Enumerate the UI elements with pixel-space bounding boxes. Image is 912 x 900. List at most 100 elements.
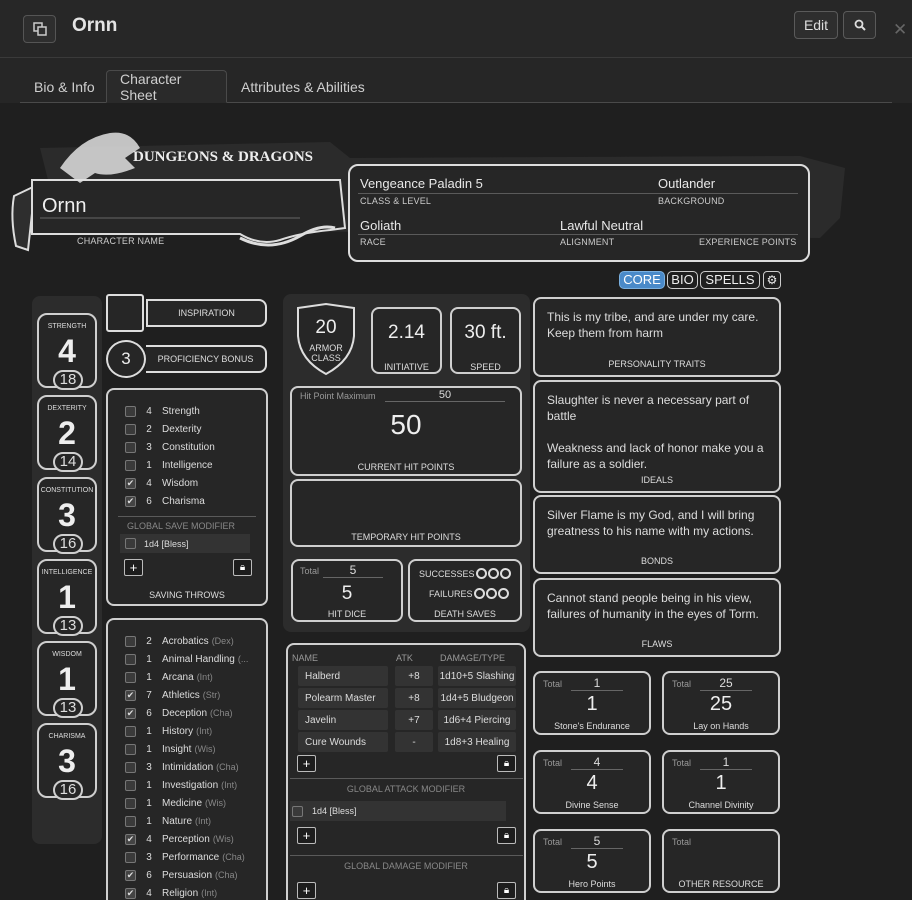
proficiency-checkbox[interactable] (125, 725, 136, 737)
ability-dexterity[interactable]: DEXTERITY 2 14 (37, 395, 97, 472)
skill-name[interactable]: Acrobatics (162, 636, 209, 647)
proficiency-checkbox[interactable]: ✔ (125, 689, 136, 701)
global-save-checkbox[interactable] (125, 538, 136, 549)
proficiency-checkbox[interactable]: ✔ (125, 477, 136, 489)
attack-bonus[interactable]: +7 (395, 710, 433, 730)
skill-name[interactable]: Animal Handling (162, 654, 235, 665)
save-name[interactable]: Wisdom (162, 478, 198, 489)
ability-score[interactable]: 16 (53, 534, 83, 554)
skill-name[interactable]: Persuasion (162, 870, 212, 881)
save-name[interactable]: Charisma (162, 496, 205, 507)
global-attack-item[interactable]: 1d4 [Bless] (312, 806, 357, 816)
ideals-text[interactable]: Slaughter is never a necessary part of b… (547, 392, 767, 424)
ideals-text[interactable]: Weakness and lack of honor make you a fa… (547, 440, 767, 472)
skill-name[interactable]: Insight (162, 744, 191, 755)
current-hp-value[interactable]: 50 (290, 409, 522, 441)
proficiency-checkbox[interactable]: ✔ (125, 495, 136, 507)
background[interactable]: Outlander (658, 176, 715, 191)
attack-name[interactable]: Polearm Master (298, 688, 388, 708)
skill-name[interactable]: Athletics (162, 690, 200, 701)
success-circle[interactable] (487, 568, 499, 579)
failure-circle[interactable] (497, 588, 509, 599)
resource-lay-on-hands[interactable]: Total 25 25 Lay on Hands (662, 671, 780, 735)
save-name[interactable]: Dexterity (162, 424, 201, 435)
add-damage-modifier-button[interactable]: + (297, 882, 316, 899)
skill-name[interactable]: Perception (162, 834, 210, 845)
ability-charisma[interactable]: CHARISMA 3 16 (37, 723, 97, 800)
resource-value[interactable]: 25 (664, 693, 778, 716)
speed-value[interactable]: 30 ft. (450, 322, 521, 344)
lock-save-modifier-button[interactable]: 🔒︎ (233, 559, 252, 576)
save-name[interactable]: Intelligence (162, 460, 213, 471)
add-attack-button[interactable]: + (297, 755, 316, 772)
attack-name[interactable]: Javelin (298, 710, 388, 730)
initiative-value[interactable]: 2.14 (371, 322, 442, 344)
resource-divine-sense[interactable]: Total 4 4 Divine Sense (533, 750, 651, 814)
proficiency-checkbox[interactable] (125, 635, 136, 647)
lock-attacks-button[interactable]: 🔒︎ (497, 755, 516, 772)
resource-total[interactable]: 1 (700, 755, 752, 770)
attack-bonus[interactable]: - (395, 732, 433, 752)
ability-strength[interactable]: STRENGTH 4 18 (37, 313, 97, 390)
hit-dice-value[interactable]: 5 (291, 583, 403, 605)
hit-dice-total[interactable]: 5 (323, 563, 383, 578)
ability-score[interactable]: 13 (53, 616, 83, 636)
proficiency-checkbox[interactable] (125, 779, 136, 791)
attack-row[interactable]: Cure Wounds -1d8+3 Healing (298, 732, 516, 752)
hp-max-value[interactable]: 50 (385, 389, 505, 402)
personality-traits-box[interactable]: This is my tribe, and are under my care.… (533, 297, 781, 377)
attack-row[interactable]: Javelin +7 1d6+4 Piercing (298, 710, 516, 730)
resource-value[interactable]: 1 (664, 772, 778, 795)
ability-score[interactable]: 18 (53, 370, 83, 390)
ability-score[interactable]: 16 (53, 780, 83, 800)
bio-view-button[interactable]: BIO (667, 271, 698, 289)
ability-wisdom[interactable]: WISDOM 1 13 (37, 641, 97, 718)
success-circle[interactable] (475, 568, 487, 579)
spells-view-button[interactable]: SPELLS (700, 271, 760, 289)
save-name[interactable]: Constitution (162, 442, 215, 453)
proficiency-checkbox[interactable] (125, 423, 136, 435)
skill-name[interactable]: Medicine (162, 798, 202, 809)
flaws-box[interactable]: Cannot stand people being in his view, f… (533, 578, 781, 657)
skill-name[interactable]: Deception (162, 708, 207, 719)
character-name[interactable]: Ornn (42, 195, 86, 218)
proficiency-checkbox[interactable] (125, 815, 136, 827)
skill-name[interactable]: Investigation (162, 780, 218, 791)
skill-name[interactable]: Arcana (162, 672, 194, 683)
success-circle[interactable] (499, 568, 511, 579)
add-save-modifier-button[interactable]: + (124, 559, 143, 576)
proficiency-checkbox[interactable] (125, 441, 136, 453)
resource-name[interactable]: OTHER RESOURCE (664, 879, 778, 889)
personality-traits-text[interactable]: This is my tribe, and are under my care.… (547, 309, 767, 341)
resource-total[interactable]: 1 (571, 676, 623, 691)
failure-circle[interactable] (473, 588, 485, 599)
proficiency-checkbox[interactable]: ✔ (125, 869, 136, 881)
tab-bio-info[interactable]: Bio & Info (21, 70, 108, 103)
resource-value[interactable]: 5 (535, 851, 649, 874)
settings-button[interactable]: ⚙ (763, 271, 781, 289)
inspiration-checkbox[interactable] (106, 294, 144, 332)
attack-bonus[interactable]: +8 (395, 666, 433, 686)
proficiency-checkbox[interactable] (125, 851, 136, 863)
proficiency-checkbox[interactable] (125, 671, 136, 683)
tab-character-sheet[interactable]: Character Sheet (106, 70, 227, 103)
add-attack-modifier-button[interactable]: + (297, 827, 316, 844)
resource-other[interactable]: Total OTHER RESOURCE (662, 829, 780, 893)
attack-damage[interactable]: 1d6+4 Piercing (438, 710, 516, 730)
attack-name[interactable]: Halberd (298, 666, 388, 686)
core-view-button[interactable]: CORE (619, 271, 665, 289)
alignment[interactable]: Lawful Neutral (560, 218, 643, 233)
armor-class-value[interactable]: 20 (294, 317, 358, 339)
ability-constitution[interactable]: CONSTITUTION 3 16 (37, 477, 97, 554)
resource-channel-divinity[interactable]: Total 1 1 Channel Divinity (662, 750, 780, 814)
proficiency-checkbox[interactable] (125, 653, 136, 665)
attack-damage[interactable]: 1d8+3 Healing (438, 732, 516, 752)
close-icon[interactable]: ✕ (893, 20, 907, 40)
race[interactable]: Goliath (360, 218, 401, 233)
skill-name[interactable]: Intimidation (162, 762, 213, 773)
resource-value[interactable]: 4 (535, 772, 649, 795)
popout-button[interactable] (23, 15, 56, 43)
bonds-text[interactable]: Silver Flame is my God, and I will bring… (547, 507, 767, 539)
ability-intelligence[interactable]: INTELLIGENCE 1 13 (37, 559, 97, 636)
attack-row[interactable]: Polearm Master +8 1d4+5 Bludgeon (298, 688, 516, 708)
